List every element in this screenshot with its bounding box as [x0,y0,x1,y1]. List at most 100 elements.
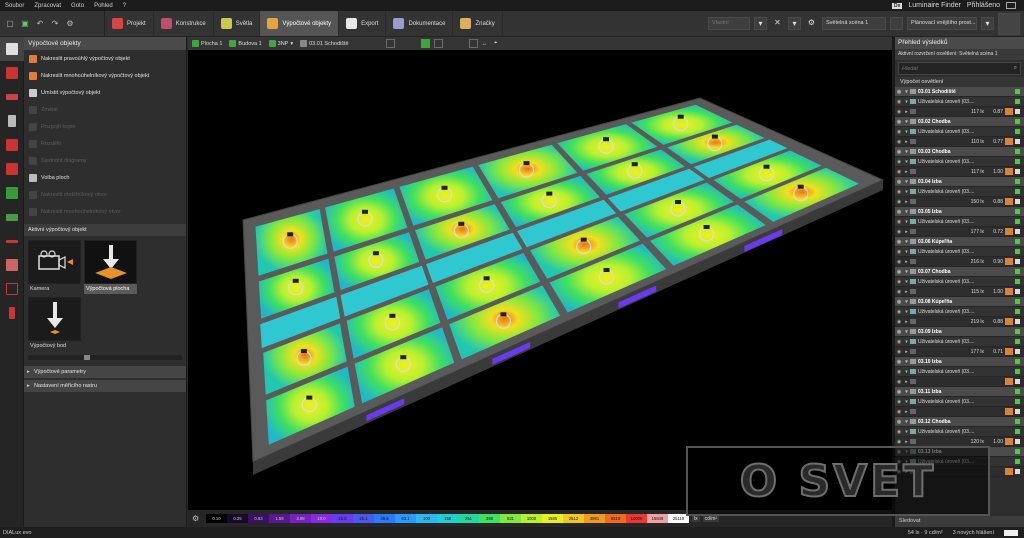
snap-icon[interactable]: ⌖ [494,40,500,47]
chevron-right-icon[interactable]: ▸ [903,289,910,295]
chevron-down-icon[interactable]: ▾ [903,209,910,215]
chevron-down-icon[interactable]: ▾ [903,99,910,105]
luminaire-finder-link[interactable]: Luminaire Finder [908,2,961,9]
menu-item-view[interactable]: Pohled [89,3,118,9]
window-strip-icon[interactable] [0,253,24,277]
chevron-down-icon[interactable]: ▾ [903,299,910,305]
chevron-right-icon[interactable]: ▸ [903,139,910,145]
menu-item-help[interactable]: ? [118,3,131,9]
falsecolor-swatch-icon[interactable] [1005,198,1013,205]
result-value-row[interactable]: ◉ ▸ 115 lx 1.00 [895,287,1024,297]
result-room-row[interactable]: ◉ ▾ 03.02 Chodba [895,117,1024,127]
menu-item-goto[interactable]: Goto [66,3,89,9]
measure-icon[interactable]: ↔ [482,41,491,47]
eye-icon[interactable]: ◉ [895,219,903,225]
tool-item[interactable]: Umístit výpočtový objekt [24,84,186,101]
result-value-row[interactable]: ◉ ▸ 177 lx 0.72 [895,227,1024,237]
chevron-right-icon[interactable]: ▸ [903,319,910,325]
eye-icon[interactable]: ◉ [895,149,903,155]
undo-icon[interactable]: ↶ [34,18,46,30]
eye-strip-icon[interactable] [0,205,24,229]
section-measurement-grid[interactable]: Nastavení měřicího rastru [24,380,186,392]
result-room-row[interactable]: ◉ ▾ 03.04 Izba [895,177,1024,187]
eye-icon[interactable]: ◉ [895,389,903,395]
tab-marks[interactable]: Značky [453,11,503,36]
eye-icon[interactable]: ◉ [895,329,903,335]
chevron-down-icon[interactable]: ▾ [903,389,910,395]
chevron-down-icon[interactable]: ▾ [903,339,910,345]
preview-size-slider[interactable] [28,355,182,360]
falsecolor-swatch-icon[interactable] [1005,258,1013,265]
result-room-row[interactable]: ◉ ▾ 03.08 Kúpeľňa [895,297,1024,307]
surface-selector[interactable]: Plocha 1 [192,40,225,47]
eye-icon[interactable]: ◉ [895,309,903,315]
eye-icon[interactable]: ◉ [895,89,903,95]
result-level-row[interactable]: ◉▾ Uživatelská úroveň (03.... [895,247,1024,257]
chevron-down-icon[interactable]: ▾ [788,17,801,30]
chevron-down-icon[interactable]: ▾ [903,159,910,165]
result-room-row[interactable]: ◉ ▾ 03.03 Chodba [895,147,1024,157]
chevron-right-icon[interactable]: ▸ [903,379,910,385]
falsecolor-swatch-icon[interactable] [1005,138,1013,145]
dots-strip-icon[interactable] [0,301,24,325]
view-3d-icon[interactable] [433,39,443,48]
result-room-row[interactable]: ◉ ▾ 03.11 Izba [895,387,1024,397]
eye-icon[interactable]: ◉ [895,99,903,105]
chevron-down-icon[interactable]: ▾ [754,17,767,30]
floor-selector[interactable]: 3NP ▾ [268,40,296,47]
scene-color-swatch[interactable] [890,17,903,30]
tool-item[interactable]: Nakreslit mnohoúhelníkový výpočtový obje… [24,67,186,84]
eye-icon[interactable]: ◉ [895,159,903,165]
result-room-row[interactable]: ◉ ▾ 03.10 Izba [895,357,1024,367]
falsecolor-swatch-icon[interactable] [1005,168,1013,175]
chevron-down-icon[interactable]: ▾ [903,399,910,405]
result-level-row[interactable]: ◉▾ Uživatelská úroveň (03.... [895,337,1024,347]
result-level-row[interactable]: ◉▾ Uživatelská úroveň (03.... [895,277,1024,287]
eye-icon[interactable]: ◉ [895,209,903,215]
eye-icon[interactable]: ◉ [895,439,903,445]
tab-lamp[interactable]: Světla [214,11,261,36]
falsecolor-swatch-icon[interactable] [1005,288,1013,295]
settings-icon[interactable]: ⚙ [64,18,76,30]
falsecolor-swatch-icon[interactable] [1005,468,1013,475]
eye-icon[interactable]: ◉ [895,429,903,435]
eye-icon[interactable]: ◉ [895,269,903,275]
result-value-row[interactable]: ◉ ▸ 177 lx 0.71 [895,347,1024,357]
unit-cd[interactable]: cd/m² [702,515,720,522]
result-value-row[interactable]: ◉ ▸ 150 lx 0.88 [895,197,1024,207]
chevron-right-icon[interactable]: ▸ [903,199,910,205]
eye-icon[interactable]: ◉ [895,179,903,185]
result-room-row[interactable]: ◉ ▾ 03.09 Izba [895,327,1024,337]
tool-item[interactable]: Volba ploch [24,169,186,186]
search-icon[interactable]: ⌕ [1014,65,1017,72]
result-value-row[interactable]: ◉▸ [895,407,1024,417]
menu-item-process[interactable]: Zpracovat [29,3,66,9]
eye-icon[interactable]: ◉ [895,169,903,175]
shape-strip-icon[interactable] [0,157,24,181]
chevron-down-icon[interactable]: ▾ [903,309,910,315]
room-selector[interactable]: 03.01 Schodiště [300,40,351,47]
result-level-row[interactable]: ◉▾ Uživatelská úroveň (03.... [895,97,1024,107]
chevron-down-icon[interactable]: ▾ [903,419,910,425]
paint-strip-icon[interactable] [0,133,24,157]
calc-objects-strip-icon[interactable] [0,37,24,61]
box-strip-icon[interactable] [0,61,24,85]
section-calc-parameters[interactable]: Výpočtové parametry [24,366,186,378]
eye-icon[interactable]: ◉ [895,359,903,365]
gear-icon[interactable]: ⚙ [805,17,818,30]
eye-icon[interactable]: ◉ [895,379,903,385]
chevron-right-icon[interactable]: ▸ [903,109,910,115]
calc-group-header[interactable]: Výpočet osvětlení [895,77,1024,87]
eye-icon[interactable]: ◉ [895,129,903,135]
tab-documentation[interactable]: Dokumentace [386,11,454,36]
result-value-row[interactable]: ◉ ▸ 110 lx 0.77 [895,137,1024,147]
user-icon[interactable] [1006,2,1016,9]
search-input[interactable] [902,65,992,72]
eye-icon[interactable]: ◉ [895,299,903,305]
result-level-row[interactable]: ◉▾ Uživatelská úroveň (03.... [895,307,1024,317]
scene-dropdown[interactable]: Světelná scéna 1 [822,17,886,30]
eye-icon[interactable]: ◉ [895,189,903,195]
eye-icon[interactable]: ◉ [895,399,903,405]
result-level-row[interactable]: ◉▾ Uživatelská úroveň (03.... [895,217,1024,227]
view-mode-icon[interactable] [998,12,1020,35]
